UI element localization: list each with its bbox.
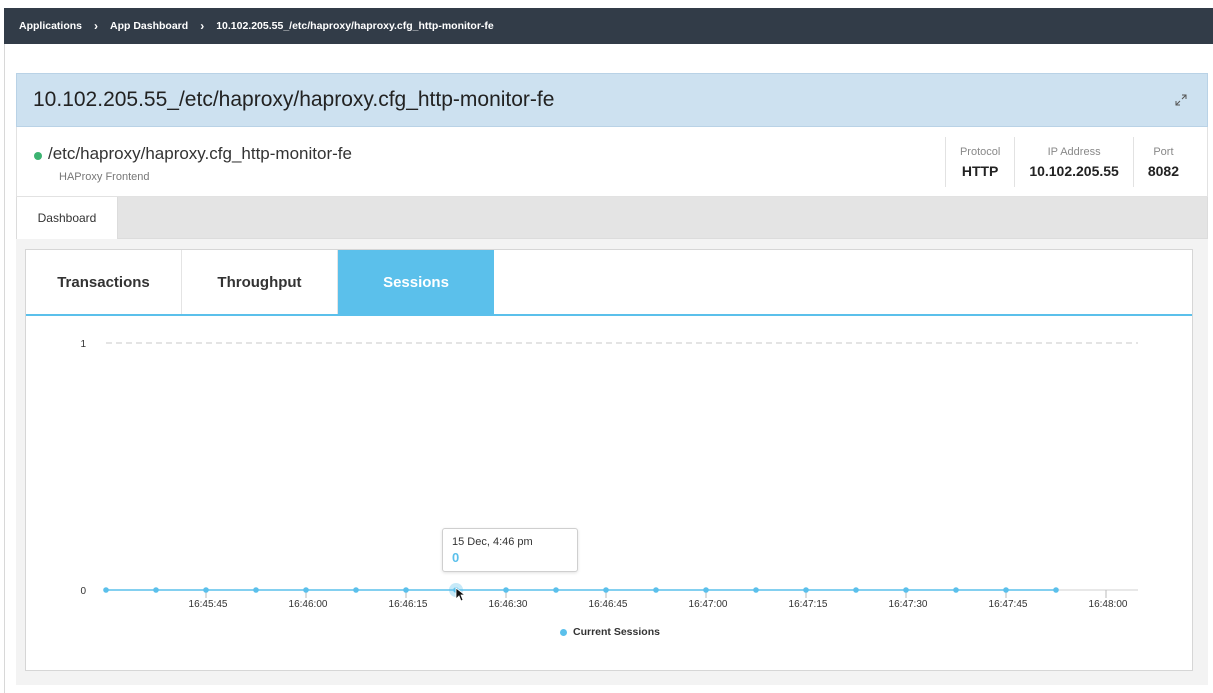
legend-marker <box>560 628 567 636</box>
data-point <box>153 587 159 593</box>
stat-label: IP Address <box>1047 145 1101 158</box>
x-tick-label: 16:46:15 <box>389 599 428 610</box>
x-tick-label: 16:46:00 <box>289 599 328 610</box>
x-tick-label: 16:46:45 <box>589 599 628 610</box>
data-point <box>703 587 709 593</box>
x-tick-label: 16:47:45 <box>989 599 1028 610</box>
data-point <box>553 587 559 593</box>
data-point <box>103 587 109 593</box>
x-tick-label: 16:47:15 <box>789 599 828 610</box>
data-point <box>203 587 209 593</box>
entity-type: HAProxy Frontend <box>59 171 150 183</box>
data-point <box>303 587 309 593</box>
x-tick-label: 16:47:00 <box>689 599 728 610</box>
stat-label: Port <box>1153 145 1174 158</box>
stat-ip-address: IP Address 10.102.205.55 <box>1014 137 1133 187</box>
stat-value: 8082 <box>1147 162 1179 179</box>
x-tick-label: 16:46:30 <box>489 599 528 610</box>
data-point <box>853 587 859 593</box>
data-point <box>1053 587 1059 593</box>
data-point <box>603 587 609 593</box>
chart-card: Transactions Throughput Sessions 0 1 16:45… <box>25 249 1193 671</box>
data-point <box>953 587 959 593</box>
chart-tooltip: 15 Dec, 4:46 pm 0 <box>442 528 578 572</box>
x-tick-label: 16:48:00 <box>1089 599 1128 610</box>
y-tick-label: 0 <box>80 586 86 597</box>
stat-label: Protocol <box>959 145 1001 158</box>
status-indicator <box>34 152 42 160</box>
data-point <box>503 587 509 593</box>
data-point <box>353 587 359 593</box>
data-point <box>753 587 759 593</box>
breadcrumb: Applications › App Dashboard › 10.102.20… <box>4 8 1213 44</box>
breadcrumb-item-current: 10.102.205.55_/etc/haproxy/haproxy.cfg_h… <box>216 20 494 32</box>
entity-info: /etc/haproxy/haproxy.cfg_http-monitor-fe… <box>16 127 1208 197</box>
stat-port: Port 8082 <box>1132 137 1193 187</box>
entity-name: /etc/haproxy/haproxy.cfg_http-monitor-fe <box>48 144 352 163</box>
stat-protocol: Protocol HTTP <box>944 137 1014 187</box>
expand-icon[interactable] <box>1173 92 1189 108</box>
tooltip-date: 15 Dec, 4:46 pm <box>452 536 533 548</box>
page-header: 10.102.205.55_/etc/haproxy/haproxy.cfg_h… <box>16 73 1208 127</box>
y-tick-label: 1 <box>80 339 86 350</box>
data-point <box>653 587 659 593</box>
data-point <box>903 587 909 593</box>
sessions-chart: 0 1 16:45:45 16:46:00 16:46:15 16:46:30 16:46:… <box>80 339 1138 610</box>
stat-value: HTTP <box>961 162 999 179</box>
data-point <box>253 587 259 593</box>
breadcrumb-item-app-dashboard[interactable]: App Dashboard <box>110 20 188 32</box>
page-title: 10.102.205.55_/etc/haproxy/haproxy.cfg_h… <box>33 88 555 111</box>
data-point <box>1003 587 1009 593</box>
tooltip-value: 0 <box>452 550 460 565</box>
entity-stats: Protocol HTTP IP Address 10.102.205.55 P… <box>944 137 1193 187</box>
x-tick-label: 16:47:30 <box>889 599 928 610</box>
chart-legend[interactable]: Current Sessions <box>560 626 660 638</box>
x-tick-label: 16:45:45 <box>189 599 228 610</box>
breadcrumb-item-applications[interactable]: Applications <box>19 20 82 32</box>
chevron-right-icon: › <box>200 19 205 33</box>
view-tabs: Dashboard <box>16 197 1208 239</box>
data-point <box>403 587 409 593</box>
data-point <box>803 587 809 593</box>
chevron-right-icon: › <box>94 19 99 33</box>
tab-dashboard[interactable]: Dashboard <box>17 197 118 239</box>
stat-value: 10.102.205.55 <box>1029 162 1119 179</box>
legend-label: Current Sessions <box>573 626 660 638</box>
